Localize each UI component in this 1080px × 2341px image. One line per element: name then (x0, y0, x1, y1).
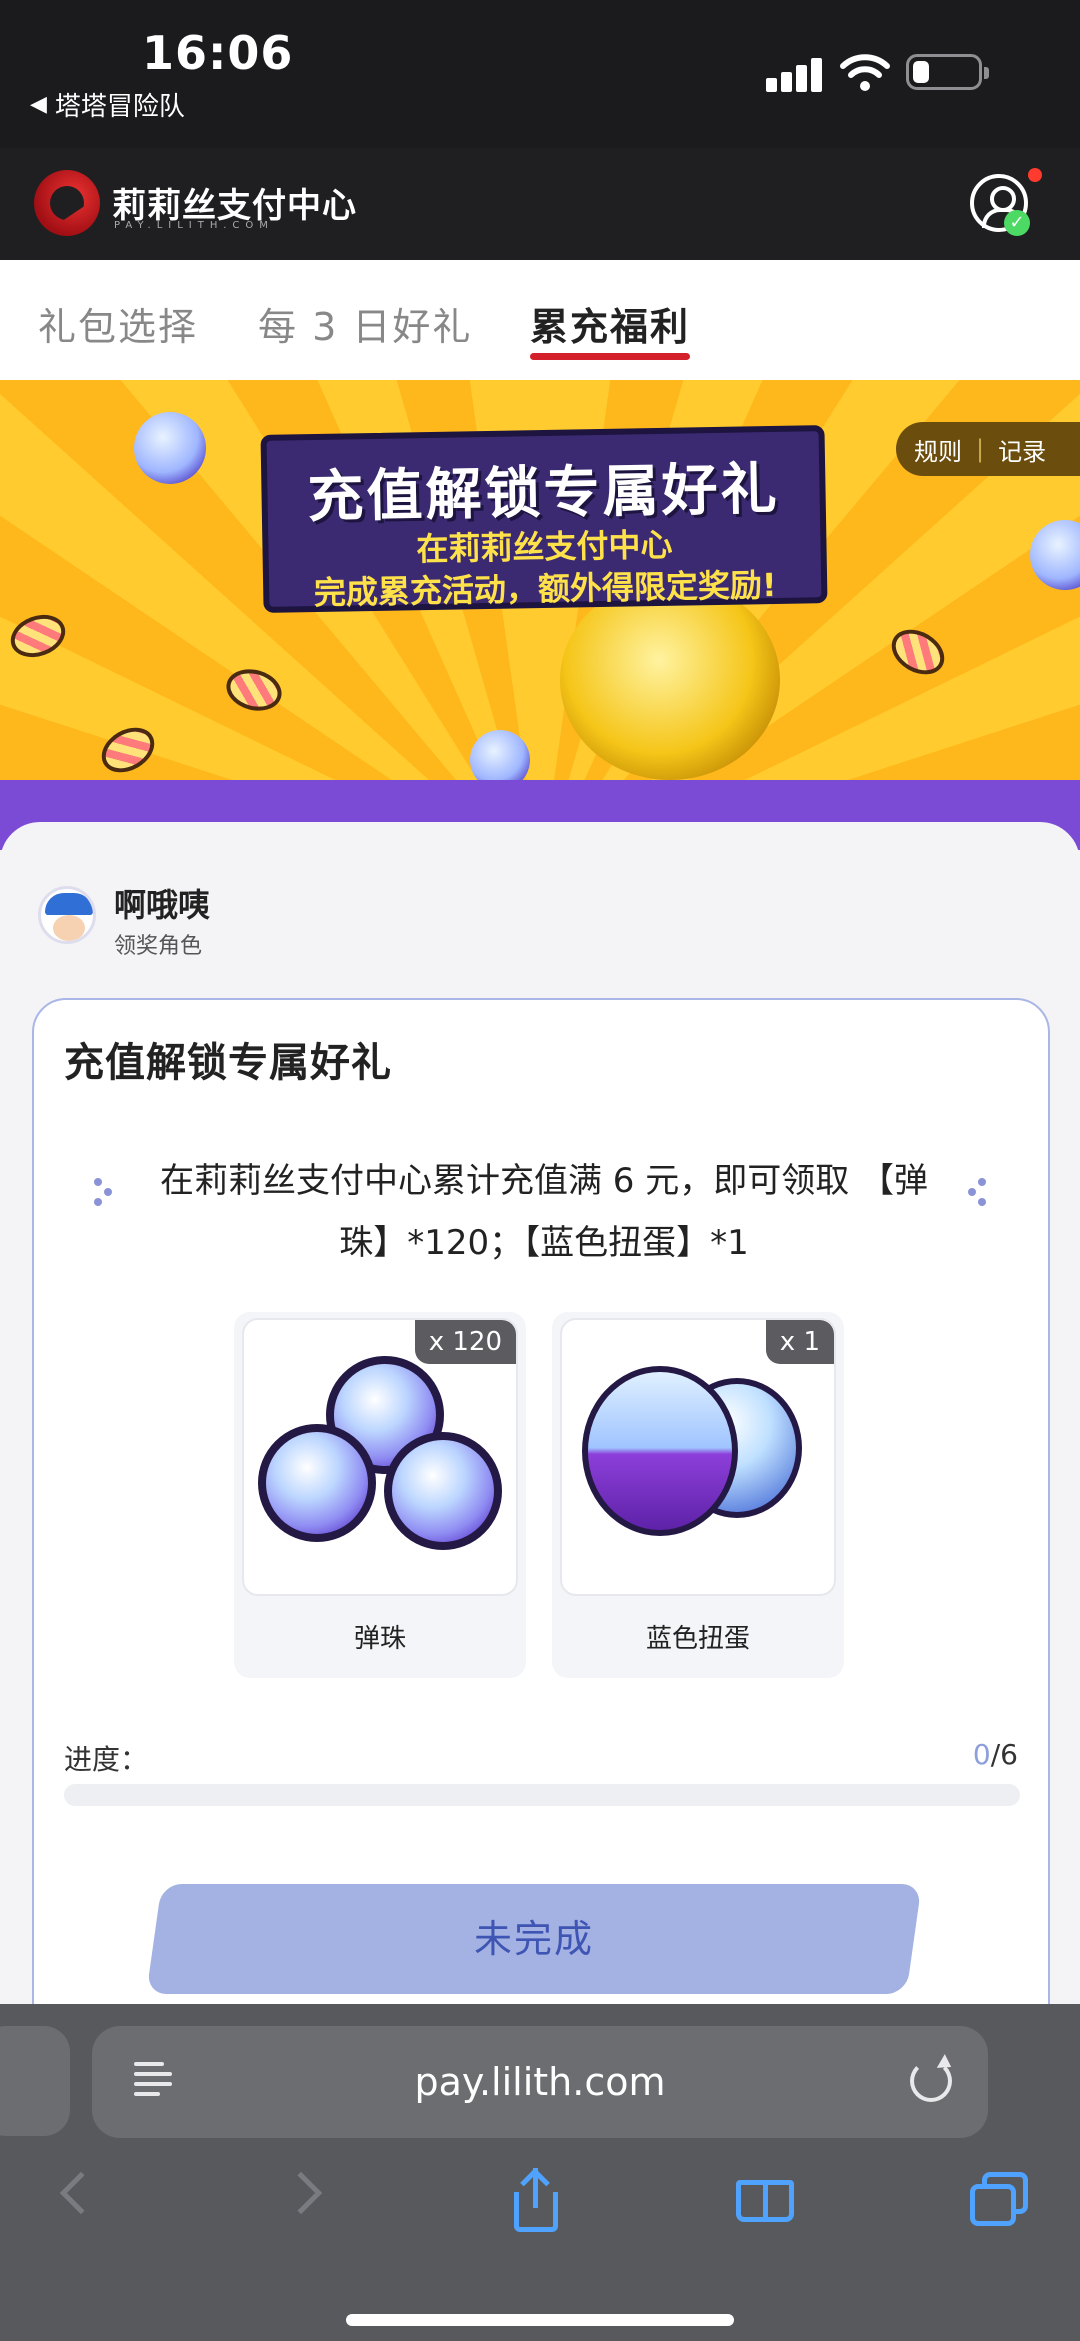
home-indicator (346, 2314, 734, 2326)
blue-capsule-icon (582, 1366, 738, 1536)
marble-icon (258, 1424, 376, 1542)
notification-dot (1028, 168, 1042, 182)
reward-item: x 120 弹珠 (234, 1312, 526, 1678)
back-triangle-icon: ◀ (30, 92, 47, 117)
cellular-signal-icon (766, 58, 824, 92)
tab-bar: 礼包选择 每 3 日好礼 累充福利 (0, 260, 1080, 380)
banner-line-2: 完成累充活动，额外得限定奖励! (313, 565, 777, 613)
tab-gift-selection[interactable]: 礼包选择 (38, 296, 198, 351)
screen: 16:06 ◀ 塔塔冒险队 莉莉丝支付中心 PAY.LILITH.COM ✓ 礼… (0, 0, 1080, 2341)
marble-decoration-icon (1030, 520, 1080, 590)
marble-icon (384, 1432, 502, 1550)
records-link[interactable]: 记录 (998, 432, 1046, 467)
reward-image-box: x 120 (242, 1318, 518, 1596)
candy-decoration-icon (4, 607, 72, 665)
rules-records-pill: 规则 | 记录 (896, 422, 1080, 476)
share-icon[interactable] (508, 2168, 568, 2232)
back-to-app-link[interactable]: ◀ 塔塔冒险队 (30, 86, 185, 123)
reward-name: 蓝色扭蛋 (645, 1624, 750, 1654)
reward-item: x 1 蓝色扭蛋 (552, 1312, 844, 1678)
previous-tab-preview[interactable] (0, 2026, 70, 2136)
candy-decoration-icon (221, 663, 287, 717)
reward-name: 弹珠 (353, 1624, 406, 1654)
role-subtitle: 领奖角色 (114, 934, 203, 959)
role-name: 啊哦咦 (114, 886, 211, 924)
promo-banner: 充值解锁专属好礼 在莉莉丝支付中心 完成累充活动，额外得限定奖励! 规则 | 记… (0, 380, 1080, 850)
candy-decoration-icon (93, 718, 163, 782)
decor-dots-icon (968, 1178, 988, 1208)
progress-bar (64, 1784, 1020, 1806)
task-card: 充值解锁专属好礼 在莉莉丝支付中心累计充值满 6 元，即可领取 【弹珠】*120… (32, 998, 1050, 2038)
tabs-icon[interactable] (964, 2170, 1028, 2230)
forward-chevron-icon[interactable] (276, 2170, 336, 2230)
address-bar[interactable]: pay.lilith.com (92, 2026, 988, 2138)
reward-image-box: x 1 (560, 1318, 836, 1596)
incomplete-button-label: 未完成 (473, 1917, 594, 1961)
banner-plaque: 充值解锁专属好礼 在莉莉丝支付中心 完成累充活动，额外得限定奖励! (260, 425, 828, 613)
decor-dots-icon (94, 1178, 114, 1208)
status-bar: 16:06 ◀ 塔塔冒险队 (0, 0, 1080, 148)
candy-decoration-icon (883, 620, 953, 684)
gold-cat-trophy-icon (560, 580, 780, 780)
brand-subtitle: PAY.LILITH.COM (114, 220, 274, 231)
reward-quantity: x 1 (765, 1320, 834, 1364)
task-title: 充值解锁专属好礼 (64, 1030, 392, 1092)
rules-link[interactable]: 规则 (914, 432, 962, 467)
status-time: 16:06 (142, 26, 294, 80)
progress-total: /6 (990, 1738, 1018, 1771)
wifi-icon (840, 54, 890, 91)
task-description: 在莉莉丝支付中心累计充值满 6 元，即可领取 【弹珠】*120；【蓝色扭蛋】*1 (159, 1161, 929, 1263)
progress-current: 0 (972, 1738, 991, 1771)
active-tab-indicator (530, 353, 690, 360)
verified-check-icon: ✓ (1004, 210, 1030, 236)
reward-role-selector[interactable]: 啊哦咦 领奖角色 (34, 862, 434, 972)
tab-cumulative-recharge[interactable]: 累充福利 (530, 296, 690, 351)
back-chevron-icon[interactable] (56, 2170, 116, 2230)
main-panel: 啊哦咦 领奖角色 充值解锁专属好礼 在莉莉丝支付中心累计充值满 6 元，即可领取… (0, 822, 1080, 2038)
tab-every-3-days[interactable]: 每 3 日好礼 (258, 296, 472, 351)
pill-separator: | (976, 435, 985, 463)
back-app-label: 塔塔冒险队 (54, 92, 185, 122)
progress-label: 进度： (64, 1743, 149, 1776)
lilith-logo-icon (34, 170, 100, 236)
reward-quantity: x 120 (414, 1320, 516, 1364)
progress-value: 0/6 (973, 1738, 1018, 1771)
reload-icon[interactable] (910, 2060, 952, 2102)
url-text: pay.lilith.com (414, 2060, 666, 2104)
app-header: 莉莉丝支付中心 PAY.LILITH.COM ✓ (0, 148, 1080, 260)
bookmarks-icon[interactable] (734, 2170, 794, 2230)
battery-icon (906, 54, 989, 90)
incomplete-button[interactable]: 未完成 (146, 1884, 922, 1994)
browser-toolbar: pay.lilith.com (0, 2004, 1080, 2341)
avatar (38, 886, 96, 944)
marble-decoration-icon (134, 412, 206, 484)
